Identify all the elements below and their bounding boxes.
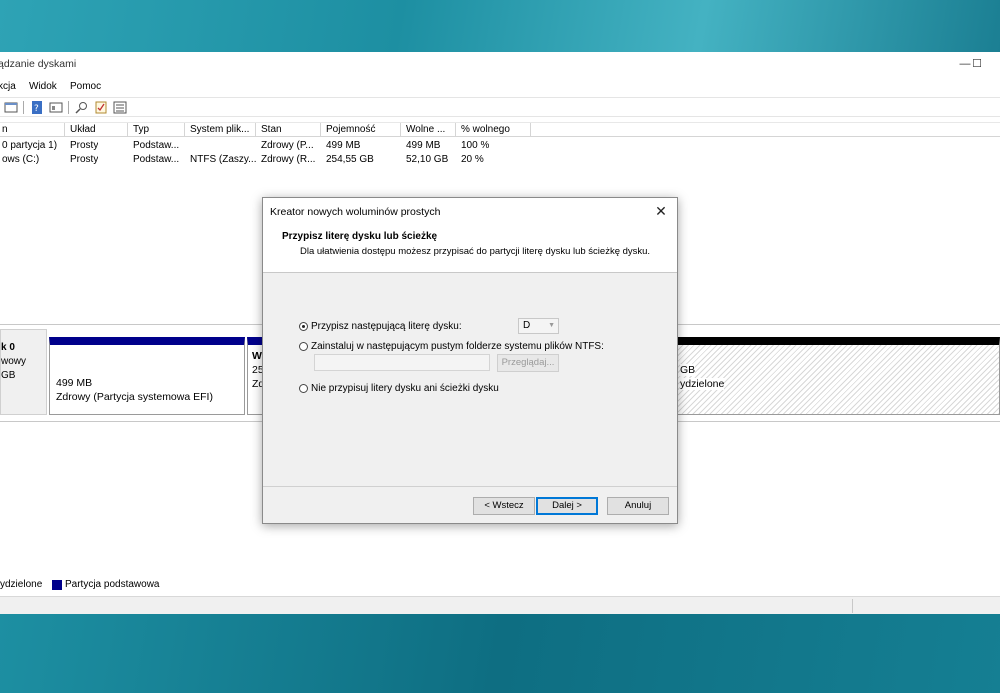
cell-percent-free: 100 % (461, 140, 490, 151)
partition-status: Zdrowy (Partycja systemowa EFI) (56, 391, 213, 403)
disk-type: wowy (1, 356, 27, 367)
new-simple-volume-wizard: Kreator nowych woluminów prostych ✕ Przy… (262, 197, 678, 524)
partition-name: W (252, 350, 262, 362)
cell-layout: Prosty (70, 154, 99, 165)
window-title: ądzanie dyskami (0, 58, 77, 70)
cell-type: Podstaw... (133, 154, 180, 165)
partition-size: 499 MB (56, 377, 93, 389)
help-icon[interactable]: ? (30, 101, 44, 114)
mount-folder-radio[interactable] (299, 342, 308, 351)
no-letter-label: Nie przypisuj litery dysku ani ścieżki d… (311, 383, 499, 394)
connect-icon[interactable] (75, 101, 89, 114)
dialog-title: Kreator nowych woluminów prostych (270, 206, 441, 218)
desktop-wallpaper-top (0, 0, 1000, 52)
no-letter-radio[interactable] (299, 384, 308, 393)
volume-row[interactable]: ows (C:) Prosty Podstaw... NTFS (Zaszy..… (0, 153, 540, 167)
step-description: Dla ułatwienia dostępu możesz przypisać … (300, 246, 651, 257)
disk-name: k 0 (1, 342, 15, 353)
cell-file-system: NTFS (Zaszy... (190, 154, 257, 165)
cell-volume: 0 partycja 1) (2, 140, 58, 151)
status-bar (0, 596, 1000, 614)
partition-efi[interactable]: 499 MB Zdrowy (Partycja systemowa EFI) (49, 337, 245, 415)
disk-label[interactable]: k 0 wowy GB (0, 329, 47, 415)
legend-primary: Partycja podstawowa (65, 579, 160, 590)
title-bar: ądzanie dyskami — ☐ (0, 52, 1000, 76)
folder-path-input[interactable] (314, 354, 490, 371)
dialog-title-bar: Kreator nowych woluminów prostych ✕ (263, 198, 677, 224)
drive-letter-select[interactable]: D ▼ (518, 318, 559, 334)
desktop-wallpaper-bottom (0, 614, 1000, 693)
cancel-button[interactable]: Anuluj (607, 497, 669, 515)
column-layout[interactable]: Układ (65, 123, 128, 137)
menu-help[interactable]: Pomoc (70, 81, 101, 92)
cell-capacity: 254,55 GB (326, 154, 374, 165)
volume-row[interactable]: 0 partycja 1) Prosty Podstaw... Zdrowy (… (0, 139, 540, 153)
toolbar-separator (23, 101, 24, 114)
svg-text:?: ? (34, 104, 39, 114)
cell-capacity: 499 MB (326, 140, 361, 151)
step-title: Przypisz literę dysku lub ścieżkę (282, 231, 438, 242)
browse-button[interactable]: Przeglądaj... (497, 354, 559, 372)
cell-status: Zdrowy (R... (261, 154, 316, 165)
cell-status: Zdrowy (P... (261, 140, 314, 151)
properties-icon[interactable] (4, 101, 18, 114)
column-percent-free[interactable]: % wolnego (456, 123, 531, 137)
assign-letter-label: Przypisz następującą literę dysku: (311, 321, 462, 332)
column-free-space[interactable]: Wolne ... (401, 123, 456, 137)
legend-primary-swatch (52, 580, 62, 590)
cell-volume: ows (C:) (2, 154, 40, 165)
menu-view[interactable]: Widok (29, 81, 57, 92)
cell-free-space: 52,10 GB (406, 154, 449, 165)
partition-unallocated[interactable]: GB ydzielone (677, 337, 1000, 415)
disk-size: GB (1, 370, 16, 381)
close-icon[interactable]: ✕ (651, 201, 671, 221)
back-button[interactable]: < Wstecz (473, 497, 535, 515)
assign-letter-radio[interactable] (299, 322, 308, 331)
partition-size: GB (680, 364, 696, 376)
checklist-icon[interactable] (94, 101, 108, 114)
toolbar-separator (68, 101, 69, 114)
chevron-down-icon: ▼ (548, 322, 555, 329)
cell-percent-free: 20 % (461, 154, 484, 165)
mount-folder-label: Zainstaluj w następującym pustym folderz… (311, 341, 604, 352)
menu-action[interactable]: kcja (0, 81, 16, 92)
cell-layout: Prosty (70, 140, 99, 151)
partition-status: ydzielone (680, 378, 725, 390)
list-view-icon[interactable] (113, 101, 127, 114)
toolbar: ? (0, 97, 1000, 117)
column-file-system[interactable]: System plik... (185, 123, 256, 137)
next-button[interactable]: Dalej > (536, 497, 598, 515)
status-divider (852, 599, 853, 613)
legend-unallocated: ydzielone (0, 579, 43, 590)
maximize-button[interactable]: ☐ (962, 54, 992, 74)
console-icon[interactable] (49, 101, 63, 114)
cell-type: Podstaw... (133, 140, 180, 151)
dialog-footer-divider (263, 486, 677, 487)
column-type[interactable]: Typ (128, 123, 185, 137)
column-status[interactable]: Stan (256, 123, 321, 137)
column-capacity[interactable]: Pojemność (321, 123, 401, 137)
volume-list-header: n Układ Typ System plik... Stan Pojemnoś… (0, 122, 1000, 137)
dialog-header: Przypisz literę dysku lub ścieżkę Dla uł… (263, 224, 677, 273)
drive-letter-value: D (523, 320, 531, 331)
cell-free-space: 499 MB (406, 140, 441, 151)
column-volume[interactable]: n (0, 123, 65, 137)
